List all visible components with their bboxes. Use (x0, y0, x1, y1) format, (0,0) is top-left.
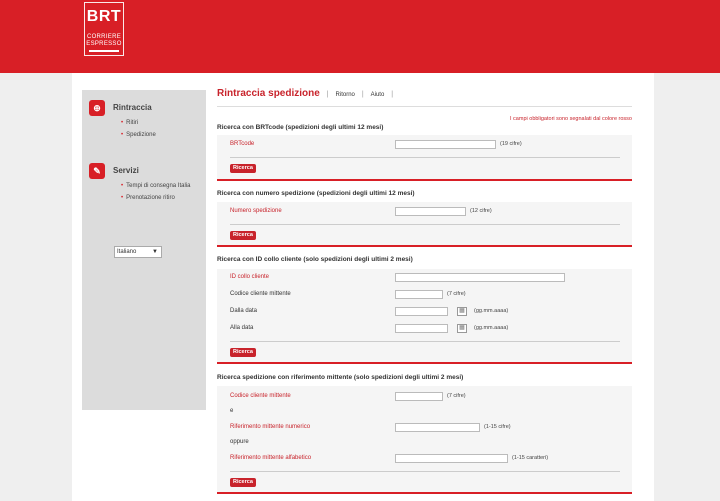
field-separator (230, 157, 620, 158)
id-collo-label: ID collo cliente (230, 274, 270, 280)
section-title-numero-spedizione: Ricerca con numero spedizione (spedizion… (217, 190, 415, 197)
section-brtcode: BRTcode (19 cifre) Ricerca (217, 135, 632, 181)
numero-spedizione-input[interactable] (395, 207, 466, 216)
logo-mark: BRT (86, 8, 122, 25)
connector-oppure: oppure (230, 439, 249, 445)
alla-data-label: Alla data (230, 325, 254, 331)
section-title-riferimento: Ricerca spedizione con riferimento mitte… (217, 374, 464, 381)
section-title-id-collo: Ricerca con ID collo cliente (solo spedi… (217, 256, 413, 263)
page-container: ⊕ Rintraccia Ritiri Spedizione ✎ Servizi… (72, 73, 654, 501)
brt-logo[interactable]: BRT CORRIERE ESPRESSO (84, 2, 124, 56)
language-value: Italiano (117, 249, 137, 255)
brtcode-input[interactable] (395, 140, 496, 149)
calendar-icon[interactable]: ▦ (457, 324, 467, 333)
codice-cliente-input[interactable] (395, 290, 443, 299)
field-separator (230, 471, 620, 472)
id-collo-input[interactable] (395, 273, 565, 282)
riferimento-alfabetico-hint: (1-15 caratteri) (512, 455, 549, 461)
codice-cliente-mittente-label: Codice cliente mittente (230, 393, 291, 399)
document-icon: ✎ (89, 163, 105, 179)
sidebar-link-ritiri[interactable]: Ritiri (121, 120, 138, 126)
dalla-data-label: Dalla data (230, 308, 258, 314)
calendar-icon[interactable]: ▦ (457, 307, 467, 316)
sidebar-title-servizi[interactable]: Servizi (113, 166, 139, 175)
page-header: Rintraccia spedizione | Ritorno | Aiuto … (217, 88, 398, 104)
chevron-down-icon: ▼ (152, 249, 158, 255)
connector-e: e (230, 408, 234, 414)
field-separator (230, 224, 620, 225)
logo-underline (89, 50, 119, 52)
top-banner: BRT CORRIERE ESPRESSO (0, 0, 720, 73)
riferimento-alfabetico-input[interactable] (395, 454, 508, 463)
alla-data-hint: (gg.mm.aaaa) (474, 325, 509, 331)
brtcode-search-button[interactable]: Ricerca (230, 164, 256, 173)
brtcode-hint: (19 cifre) (500, 141, 522, 147)
codice-cliente-label: Codice cliente mittente (230, 291, 291, 297)
sidebar-link-tempi-consegna[interactable]: Tempi di consegna Italia (121, 183, 190, 189)
header-divider: | (326, 91, 329, 98)
section-id-collo: ID collo cliente Codice cliente mittente… (217, 269, 632, 364)
header-divider: | (361, 91, 364, 98)
riferimento-numerico-input[interactable] (395, 423, 480, 432)
aiuto-link[interactable]: Aiuto (371, 92, 385, 98)
dalla-data-hint: (gg.mm.aaaa) (474, 308, 509, 314)
numero-spedizione-label: Numero spedizione (230, 208, 282, 214)
page-title: Rintraccia spedizione (217, 88, 320, 99)
ritorno-link[interactable]: Ritorno (336, 92, 355, 98)
id-collo-search-button[interactable]: Ricerca (230, 348, 256, 357)
brtcode-label: BRTcode (230, 141, 255, 147)
codice-cliente-hint: (7 cifre) (447, 291, 466, 297)
dalla-data-input[interactable] (395, 307, 448, 316)
header-divider: | (391, 91, 394, 98)
section-riferimento: Codice cliente mittente (7 cifre) e Rife… (217, 386, 632, 494)
riferimento-alfabetico-label: Riferimento mittente alfabetico (230, 455, 312, 461)
riferimento-numerico-label: Riferimento mittente numerico (230, 424, 311, 430)
globe-icon: ⊕ (89, 100, 105, 116)
riferimento-numerico-hint: (1-15 cifre) (484, 424, 511, 430)
section-title-brtcode: Ricerca con BRTcode (spedizioni degli ul… (217, 124, 384, 131)
codice-cliente-mittente-hint: (7 cifre) (447, 393, 466, 399)
section-numero-spedizione: Numero spedizione (12 cifre) Ricerca (217, 202, 632, 247)
riferimento-search-button[interactable]: Ricerca (230, 478, 256, 487)
codice-cliente-mittente-input[interactable] (395, 392, 443, 401)
logo-line-2: ESPRESSO (86, 41, 122, 47)
language-select[interactable]: Italiano ▼ (114, 246, 162, 258)
sidebar-link-prenotazione-ritiro[interactable]: Prenotazione ritiro (121, 195, 175, 201)
sidebar-link-spedizione[interactable]: Spedizione (121, 132, 156, 138)
numero-spedizione-hint: (12 cifre) (470, 208, 492, 214)
sidebar-title-rintraccia[interactable]: Rintraccia (113, 103, 152, 112)
numero-spedizione-search-button[interactable]: Ricerca (230, 231, 256, 240)
logo-line-1: CORRIERE (86, 34, 122, 40)
header-rule (217, 106, 632, 107)
alla-data-input[interactable] (395, 324, 448, 333)
sidebar: ⊕ Rintraccia Ritiri Spedizione ✎ Servizi… (82, 90, 206, 410)
field-separator (230, 341, 620, 342)
required-fields-note: I campi obbligatori sono segnalati dal c… (510, 116, 632, 122)
